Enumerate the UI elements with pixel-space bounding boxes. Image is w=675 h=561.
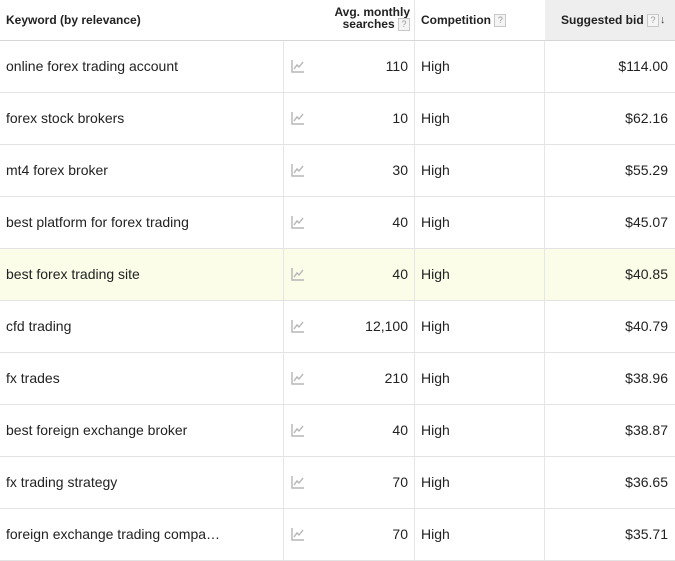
suggested-bid-header-label: Suggested bid ? bbox=[561, 0, 660, 40]
trend-divider bbox=[283, 197, 284, 248]
trend-divider bbox=[283, 249, 284, 300]
avg-monthly-searches-cell: 40 bbox=[392, 266, 408, 282]
suggested-bid-cell: $36.65 bbox=[625, 474, 668, 490]
suggested-bid-cell: $40.85 bbox=[625, 266, 668, 282]
trend-chart-icon[interactable] bbox=[291, 527, 305, 541]
trend-chart-icon[interactable] bbox=[291, 59, 305, 73]
avg-monthly-searches-cell: 70 bbox=[392, 526, 408, 542]
avg-header-line2: searches ? bbox=[310, 18, 410, 32]
column-divider bbox=[414, 93, 415, 144]
avg-monthly-searches-cell: 210 bbox=[384, 370, 408, 386]
keyword-cell[interactable]: mt4 forex broker bbox=[6, 145, 108, 196]
competition-cell: High bbox=[421, 370, 450, 386]
keyword-cell[interactable]: best foreign exchange broker bbox=[6, 405, 187, 456]
trend-chart-icon[interactable] bbox=[291, 163, 305, 177]
trend-divider bbox=[283, 353, 284, 404]
avg-monthly-searches-cell: 110 bbox=[385, 58, 408, 74]
table-row[interactable]: foreign exchange trading compa… 70 High $35… bbox=[0, 509, 675, 561]
trend-chart-icon[interactable] bbox=[291, 371, 305, 385]
table-row[interactable]: fx trades 210 High $38.96 bbox=[0, 353, 675, 405]
column-divider bbox=[414, 145, 415, 196]
table-row[interactable]: best platform for forex trading 40 High $45… bbox=[0, 197, 675, 249]
table-row[interactable]: best foreign exchange broker 40 High $38.87 bbox=[0, 405, 675, 457]
table-row[interactable]: best forex trading site 40 High $40.85 bbox=[0, 249, 675, 301]
column-divider bbox=[414, 509, 415, 560]
keyword-cell[interactable]: online forex trading account bbox=[6, 41, 178, 92]
column-divider bbox=[414, 197, 415, 248]
trend-chart-icon[interactable] bbox=[291, 319, 305, 333]
trend-divider bbox=[283, 301, 284, 352]
avg-monthly-searches-header[interactable]: Avg. monthly searches ? bbox=[310, 6, 410, 32]
column-divider bbox=[414, 249, 415, 300]
competition-cell: High bbox=[421, 474, 450, 490]
table-row[interactable]: online forex trading account 110 High $114.… bbox=[0, 41, 675, 93]
competition-cell: High bbox=[421, 58, 450, 74]
trend-chart-icon[interactable] bbox=[291, 111, 305, 125]
keyword-cell[interactable]: foreign exchange trading compa… bbox=[6, 509, 220, 560]
competition-cell: High bbox=[421, 214, 450, 230]
column-divider bbox=[414, 457, 415, 508]
trend-divider bbox=[283, 93, 284, 144]
keyword-ideas-table: Keyword (by relevance) Avg. monthly sear… bbox=[0, 0, 675, 561]
trend-chart-icon[interactable] bbox=[291, 267, 305, 281]
suggested-bid-cell: $35.71 bbox=[625, 526, 668, 542]
suggested-bid-column-header[interactable]: Suggested bid ? ↓ bbox=[545, 0, 675, 40]
avg-monthly-searches-cell: 12,100 bbox=[365, 318, 408, 334]
table-body: online forex trading account 110 High $114.… bbox=[0, 41, 675, 561]
competition-cell: High bbox=[421, 318, 450, 334]
competition-cell: High bbox=[421, 266, 450, 282]
keyword-column-header[interactable]: Keyword (by relevance) bbox=[6, 0, 141, 40]
suggested-bid-cell: $40.79 bbox=[625, 318, 668, 334]
trend-divider bbox=[283, 405, 284, 456]
suggested-bid-cell: $38.87 bbox=[625, 422, 668, 438]
help-icon[interactable]: ? bbox=[398, 18, 410, 32]
suggested-bid-cell: $114.00 bbox=[618, 58, 668, 74]
table-header: Keyword (by relevance) Avg. monthly sear… bbox=[0, 0, 675, 41]
competition-column-header[interactable]: Competition ? bbox=[421, 0, 507, 40]
suggested-bid-cell: $62.16 bbox=[625, 110, 668, 126]
table-row[interactable]: fx trading strategy 70 High $36.65 bbox=[0, 457, 675, 509]
avg-monthly-searches-cell: 40 bbox=[392, 422, 408, 438]
keyword-cell[interactable]: cfd trading bbox=[6, 301, 71, 352]
suggested-bid-cell: $45.07 bbox=[625, 214, 668, 230]
keyword-cell[interactable]: forex stock brokers bbox=[6, 93, 124, 144]
competition-cell: High bbox=[421, 526, 450, 542]
competition-cell: High bbox=[421, 162, 450, 178]
avg-monthly-searches-cell: 10 bbox=[392, 110, 408, 126]
sort-descending-icon[interactable]: ↓ bbox=[660, 0, 666, 40]
table-row[interactable]: forex stock brokers 10 High $62.16 bbox=[0, 93, 675, 145]
trend-divider bbox=[283, 41, 284, 92]
avg-monthly-searches-cell: 70 bbox=[392, 474, 408, 490]
header-divider bbox=[414, 0, 415, 40]
trend-chart-icon[interactable] bbox=[291, 475, 305, 489]
trend-divider bbox=[283, 457, 284, 508]
trend-chart-icon[interactable] bbox=[291, 423, 305, 437]
column-divider bbox=[414, 41, 415, 92]
keyword-cell[interactable]: best forex trading site bbox=[6, 249, 140, 300]
help-icon[interactable]: ? bbox=[647, 14, 660, 28]
keyword-cell[interactable]: fx trading strategy bbox=[6, 457, 117, 508]
keyword-cell[interactable]: best platform for forex trading bbox=[6, 197, 189, 248]
column-divider bbox=[414, 301, 415, 352]
avg-monthly-searches-cell: 30 bbox=[392, 162, 408, 178]
suggested-bid-cell: $55.29 bbox=[625, 162, 668, 178]
competition-cell: High bbox=[421, 110, 450, 126]
competition-cell: High bbox=[421, 422, 450, 438]
trend-divider bbox=[283, 145, 284, 196]
keyword-cell[interactable]: fx trades bbox=[6, 353, 60, 404]
trend-divider bbox=[283, 509, 284, 560]
table-row[interactable]: mt4 forex broker 30 High $55.29 bbox=[0, 145, 675, 197]
column-divider bbox=[414, 405, 415, 456]
avg-monthly-searches-cell: 40 bbox=[392, 214, 408, 230]
help-icon[interactable]: ? bbox=[494, 14, 507, 28]
trend-chart-icon[interactable] bbox=[291, 215, 305, 229]
column-divider bbox=[414, 353, 415, 404]
table-row[interactable]: cfd trading 12,100 High $40.79 bbox=[0, 301, 675, 353]
suggested-bid-cell: $38.96 bbox=[625, 370, 668, 386]
